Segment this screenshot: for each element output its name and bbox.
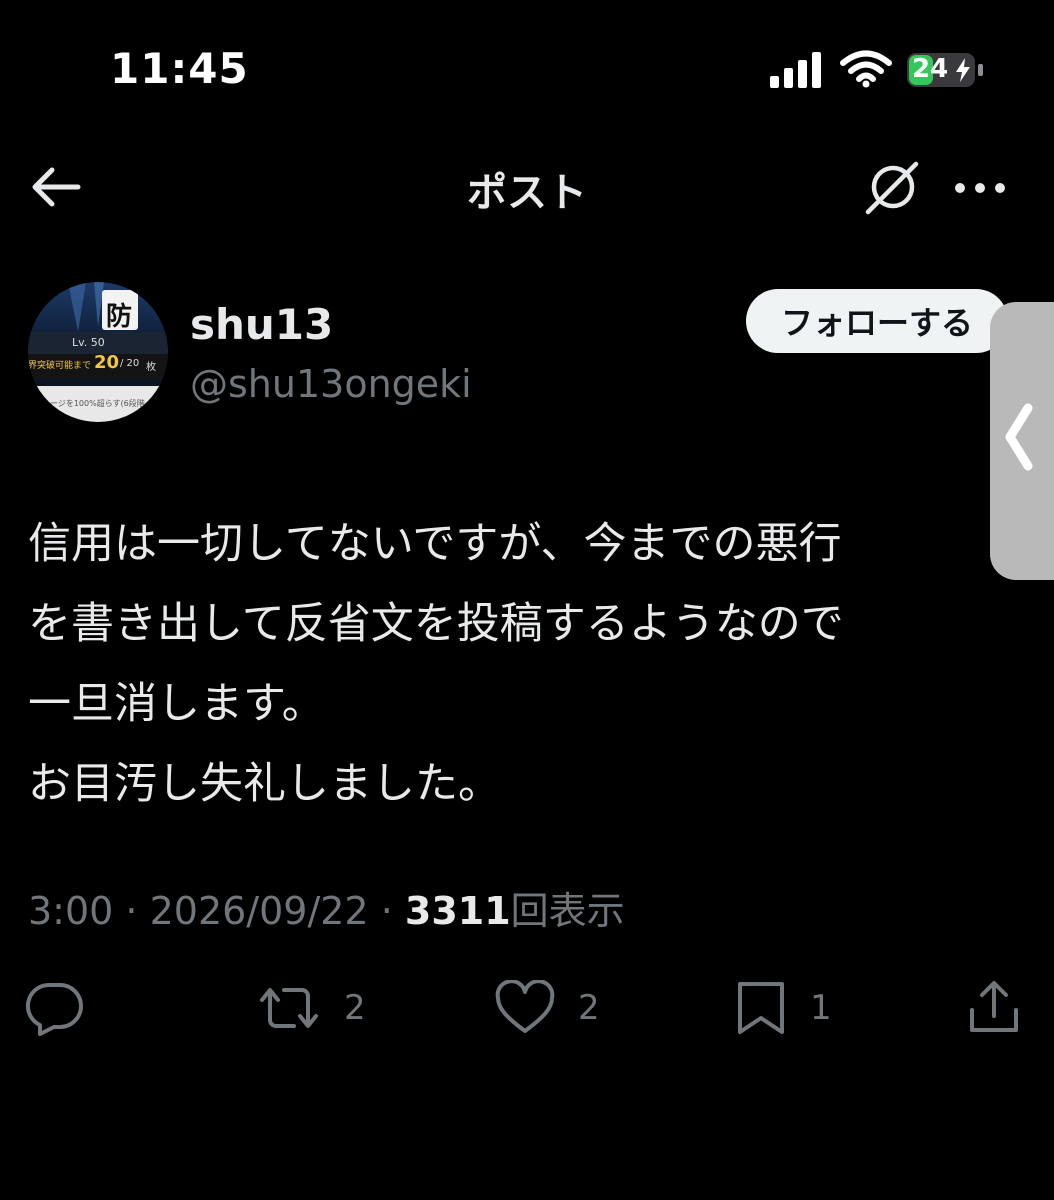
post-line: 信用は一切してないですが、今までの悪行 [28,519,842,569]
avatar-level: Lv. 50 [72,336,105,349]
wifi-icon [840,50,892,88]
avatar-badge: 防 [106,302,133,332]
avatar-progress-unit: 枚 [146,362,156,373]
avatar-progress-label: 界突破可能まで [28,361,92,371]
post-line: 一旦消します。 [28,679,325,729]
post-date[interactable]: 2026/09/22 [150,889,369,933]
repost-count: 2 [344,988,366,1028]
repost-button[interactable]: 2 [256,978,366,1038]
side-panel-handle[interactable] [990,302,1054,580]
avatar-footer: ージを100%超らす(6段階 [50,399,145,408]
post-time[interactable]: 3:00 [28,889,113,933]
post-line: を書き出して反省文を投稿するようなので [28,599,844,649]
like-count: 2 [578,988,600,1028]
like-button[interactable]: 2 [494,978,600,1038]
view-count: 3311 [404,889,511,933]
bookmark-button[interactable]: 1 [734,978,832,1038]
post-text: 信用は一切してないですが、今までの悪行 を書き出して反省文を投稿するようなので … [28,504,988,824]
bookmark-icon [738,982,784,1034]
avatar-progress-max: / 20 [120,358,140,369]
bookmark-count: 1 [810,988,832,1028]
follow-button[interactable]: フォローする [746,289,1008,353]
author-display-name[interactable]: shu13 [190,300,333,349]
meta-separator: · [368,889,405,933]
post-line: お目汚し失礼しました。 [28,759,501,809]
avatar[interactable]: 防 Lv. 50 界突破可能まで 20 / 20 枚 ージを100%超らす(6段… [28,282,168,422]
battery-indicator: 24 [906,52,986,88]
meta-separator: · [113,889,150,933]
repost-icon [260,988,318,1028]
more-options-icon[interactable] [950,168,1010,208]
share-icon [970,981,1018,1032]
grok-icon[interactable] [862,160,922,216]
share-button[interactable] [964,978,1024,1038]
heart-icon [495,980,555,1033]
status-time: 11:45 [110,44,249,93]
charging-bolt-icon [956,58,970,82]
post-meta: 3:00 · 2026/09/22 · 3311回表示 [28,880,625,935]
avatar-progress-value: 20 [94,352,120,373]
reply-button[interactable] [24,978,84,1038]
view-count-label: 回表示 [510,889,625,933]
chevron-left-icon [1005,403,1033,471]
reply-icon [25,983,83,1036]
battery-level: 24 [912,54,949,84]
author-handle[interactable]: @shu13ongeki [190,362,472,406]
cellular-signal-icon [770,52,821,88]
